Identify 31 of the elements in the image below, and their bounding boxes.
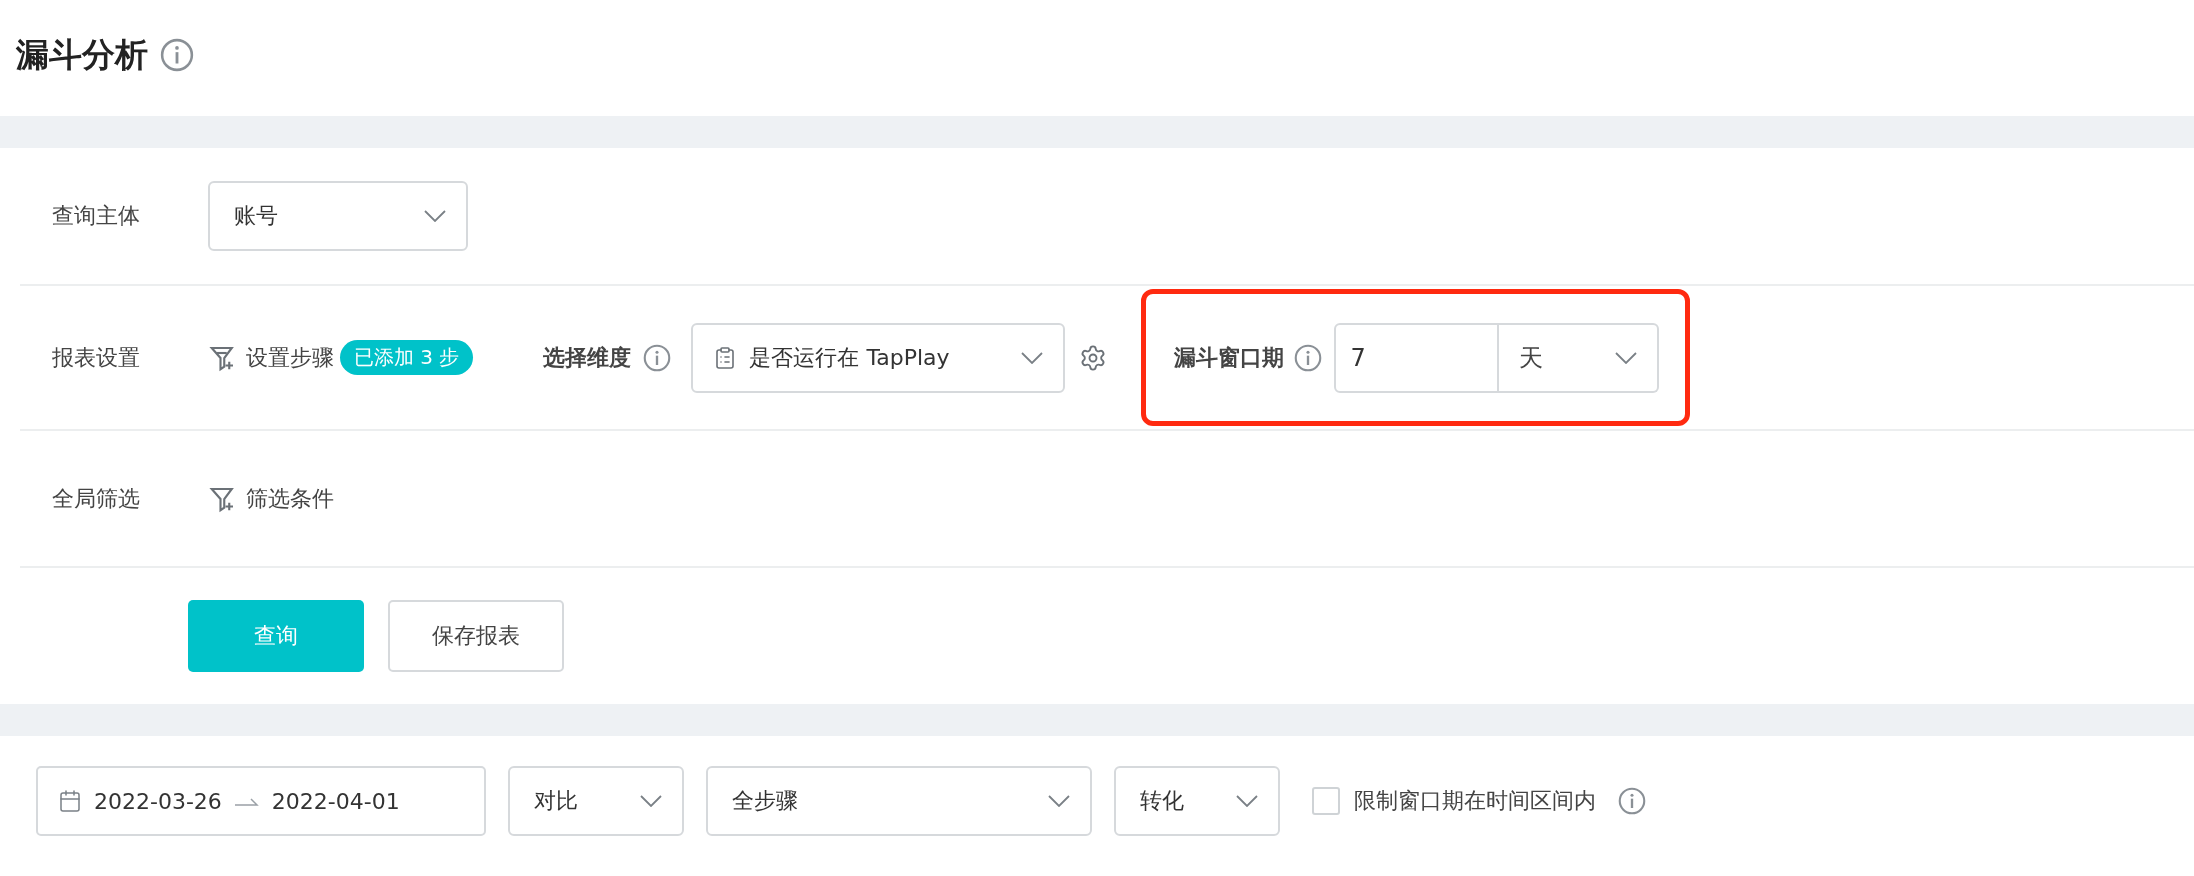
set-steps-link[interactable]: 设置步骤 — [208, 342, 334, 373]
chevron-down-icon — [1021, 351, 1044, 364]
chevron-down-icon — [640, 795, 662, 807]
field-label: 查询主体 — [52, 202, 141, 230]
field-label: 全局筛选 — [52, 484, 141, 513]
chevron-down-icon — [1236, 795, 1258, 807]
calendar-icon — [58, 789, 82, 813]
field-label: 漏斗窗口期 — [1174, 343, 1285, 372]
filter-link[interactable]: 筛选条件 — [208, 483, 334, 514]
info-icon[interactable] — [1618, 787, 1646, 815]
toolbar-select[interactable]: 对比 — [508, 766, 684, 836]
chevron-down-icon — [424, 210, 446, 222]
field-label: 选择维度 — [543, 343, 632, 372]
info-icon[interactable] — [643, 343, 672, 372]
info-icon[interactable] — [160, 38, 194, 72]
info-icon[interactable] — [1294, 343, 1323, 372]
toolbar-select[interactable]: 全步骤 — [706, 766, 1092, 836]
save-button[interactable]: 保存报表 — [388, 600, 564, 672]
checkbox[interactable] — [1312, 787, 1340, 815]
unit-select[interactable]: 天 — [1499, 322, 1660, 393]
chevron-down-icon — [1615, 351, 1638, 364]
subject-select[interactable]: 账号 — [208, 181, 468, 251]
limit-checkbox[interactable]: 限制窗口期在时间区间内 — [1312, 786, 1596, 816]
chevron-down-icon — [1048, 795, 1070, 807]
date-range-field[interactable]: 2022-03-26 2022-04-01 — [36, 766, 486, 836]
dimension-select[interactable]: 是否运行在 TapPlay — [691, 322, 1066, 393]
steps-count-badge: 已添加 3 步 — [340, 340, 474, 375]
toolbar-select[interactable]: 转化 — [1114, 766, 1280, 836]
field-label: 报表设置 — [52, 343, 141, 372]
page-title: 漏斗分析 — [16, 33, 148, 76]
window-input-field[interactable]: 7 — [1334, 322, 1500, 393]
